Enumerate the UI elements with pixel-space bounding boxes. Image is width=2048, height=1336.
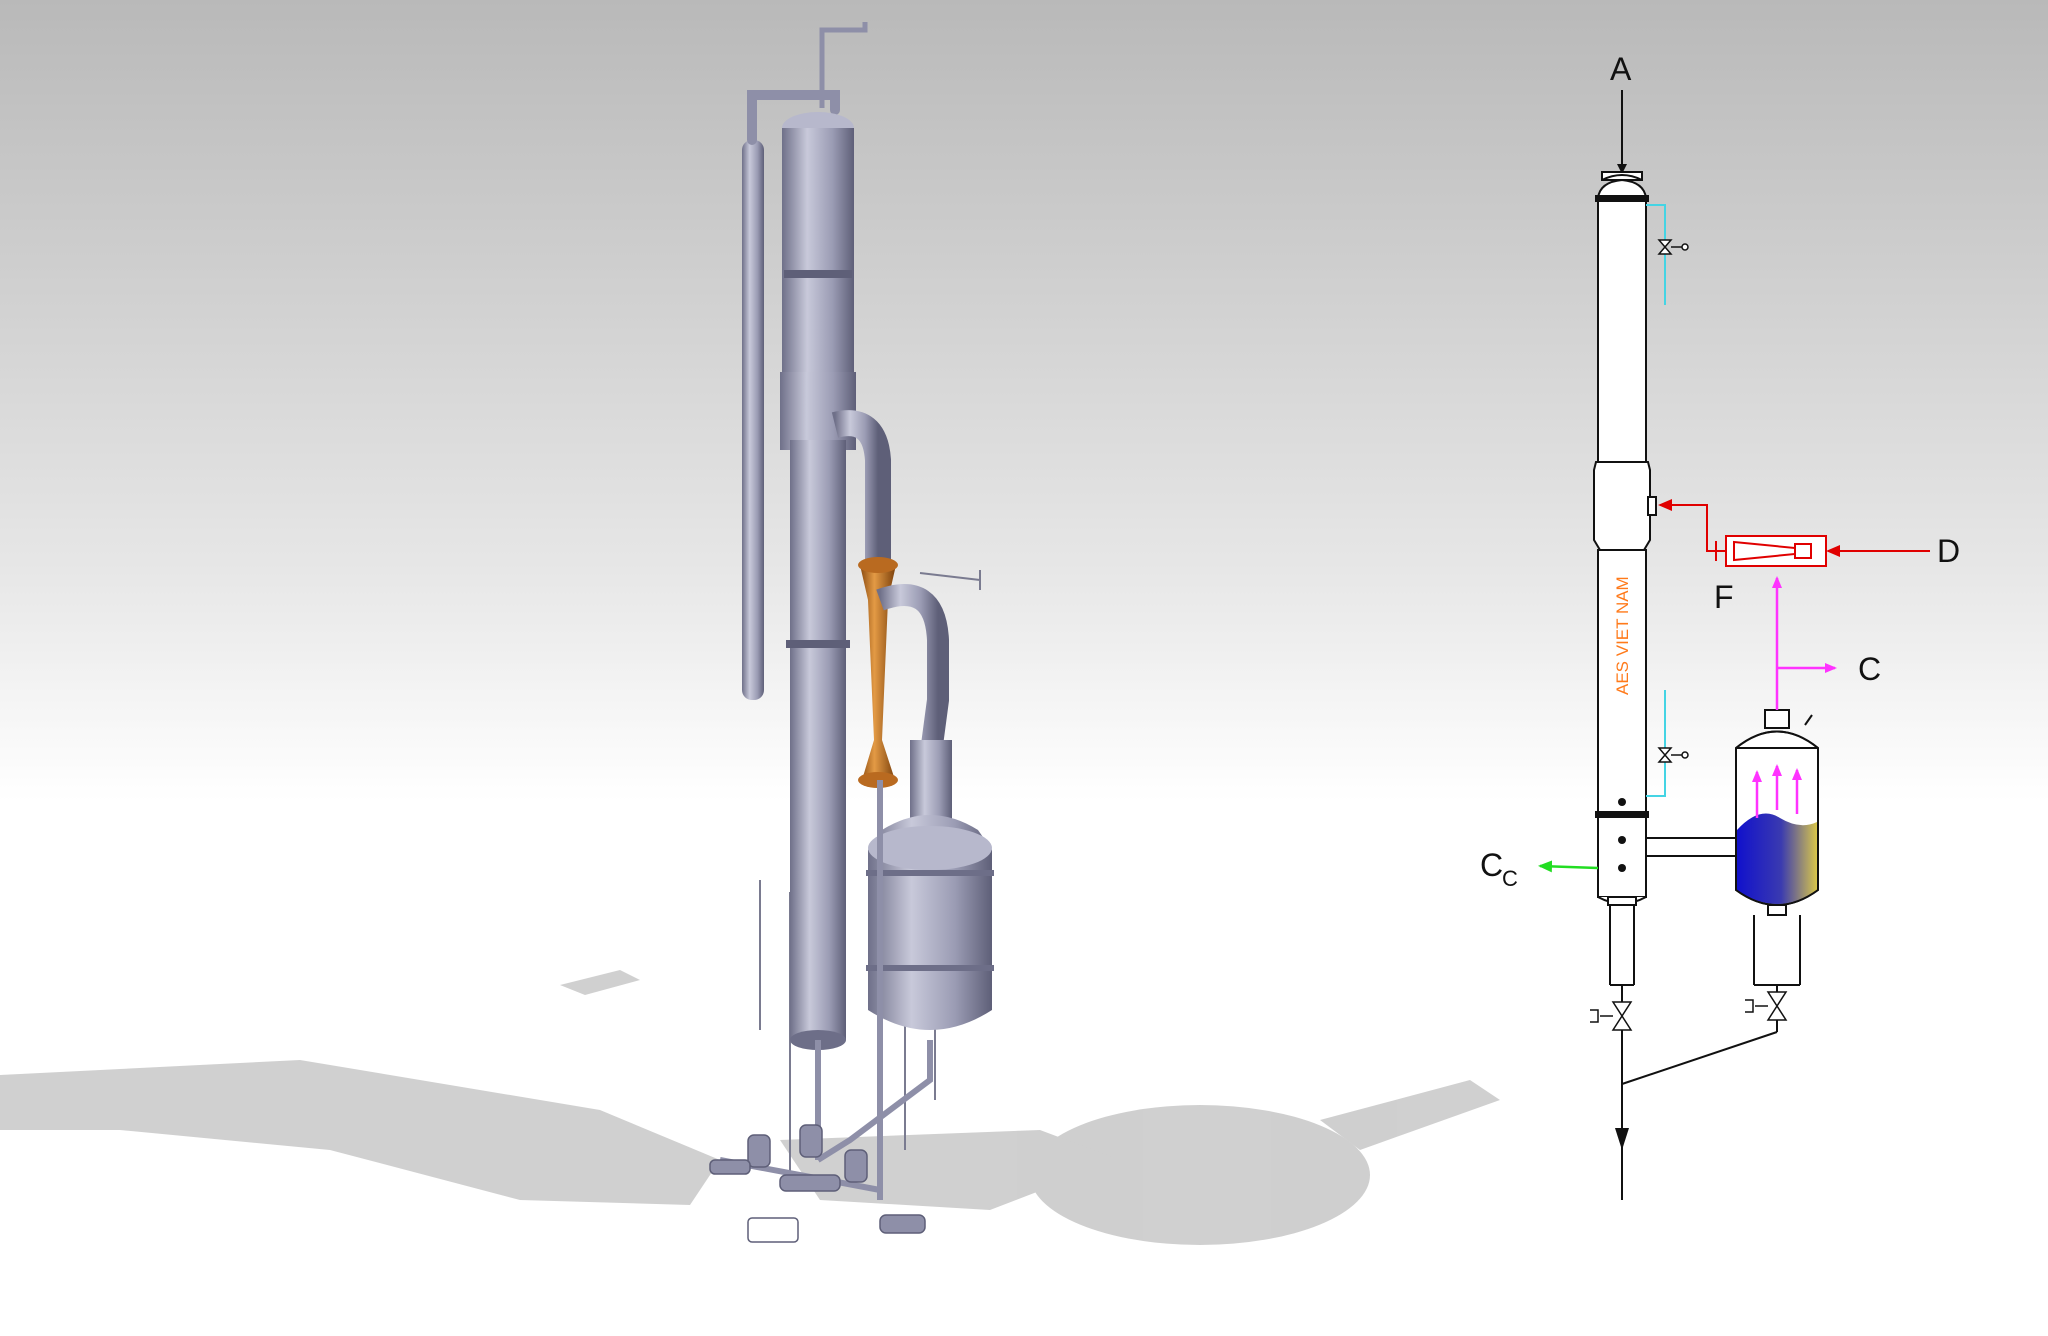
- label-a: A: [1610, 51, 1632, 87]
- label-f: F: [1714, 579, 1734, 615]
- label-d: D: [1937, 533, 1960, 569]
- evaporator-system-illustration: A AES VIET NAM C C C F D: [0, 0, 2048, 1336]
- column-inlet-nozzle: [1647, 496, 1657, 516]
- label-cc-subscript: C: [1502, 866, 1518, 891]
- label-c: C: [1858, 651, 1881, 687]
- side-return-pipe: [742, 140, 764, 700]
- label-cc: C: [1480, 847, 1503, 883]
- watermark: AES VIET NAM: [1613, 576, 1632, 695]
- thermocompressor: [1715, 535, 1827, 567]
- main-column: [780, 112, 856, 1050]
